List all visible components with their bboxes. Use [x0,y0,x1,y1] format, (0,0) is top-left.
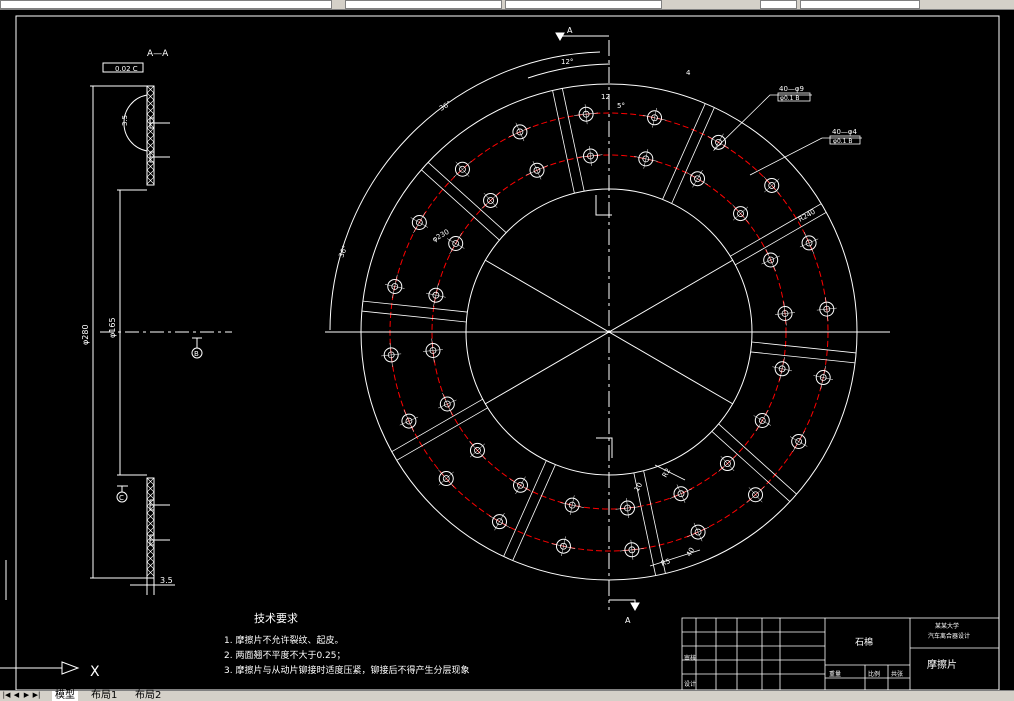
rivet-hole [753,409,772,432]
drawing-frame [15,15,1000,690]
rivet-hole [410,211,429,234]
label-check: 审核 [684,654,696,662]
toolbar-field[interactable] [0,0,332,9]
rivet-hole [551,536,576,557]
rivet-hole [686,169,709,188]
rivet-hole [615,498,640,519]
angle-12: 12° [561,58,573,66]
section-mark-top: A [567,26,573,35]
rivet-hole [453,161,472,178]
rivet-hole [422,338,443,363]
rivet-hole [775,301,796,326]
part-name: 摩擦片 [927,658,957,671]
rivet-hole [438,469,455,488]
rivet-hole [469,441,486,460]
material: 石棉 [855,636,873,648]
main-view [325,32,890,612]
tech-item-1: 1. 摩擦片不允许裂纹、起皮。 [224,634,343,646]
section-mark-bottom: A [625,616,631,625]
rivet-hole [816,297,837,322]
rivet-hole [578,145,603,166]
rivet-hole [384,274,405,299]
company-line1: 某某大学 [935,622,959,630]
rivet-hole [488,512,511,531]
rivet-hole [718,455,737,472]
dim-arc-outer [329,51,601,331]
rivet-hole [399,410,419,433]
rivet-hole [669,484,693,503]
tech-requirements: 技术要求 1. 摩擦片不允许裂纹、起皮。 2. 两面翘不平度不大于0.25； 3… [224,612,469,676]
section-view: A—A 0.02 C 3.5 φ280 φ165 3.5 B C [81,49,232,595]
layout-tab-bar: |◀ ◀ ▶ ▶| 模型 布局1 布局2 [0,690,1014,701]
radial-slot [391,398,488,461]
company-line2: 汽车离合器设计 [928,632,970,640]
rivet-hole [509,476,532,495]
rivet-hole [426,283,446,307]
last-tab-icon[interactable]: ▶| [32,691,41,700]
dim-overall: φ280 [81,324,90,345]
ucs-x-label: X [90,664,100,680]
rivet-hole [642,107,667,128]
dim-r240: R240 [797,208,817,224]
rivet-hole [481,192,500,209]
dim-r-left: φ230 [431,228,451,244]
tech-item-2: 2. 两面翘不平度不大于0.25； [224,649,346,661]
label-scale: 比例 [868,670,880,678]
rivet-hole [789,430,808,453]
angle-5: 5° [617,102,625,110]
dim-arc-12 [527,63,611,79]
radial-slot [552,88,585,194]
radial-slot [750,341,857,364]
hole-callout-1: 40—φ9 [779,85,804,93]
ucs-icon: X [0,560,100,680]
rivet-hole [813,365,834,390]
angle-36-b: 36° [337,244,349,259]
dim-12-top: 12 [601,93,610,101]
rivet-hole [525,161,549,180]
hole-callout-2: 40—φ4 [832,128,858,136]
toolbar-field[interactable] [345,0,502,9]
prev-tab-icon[interactable]: ◀ [12,691,21,700]
rivet-hole [574,104,599,125]
rivet-hole [634,149,658,169]
dim-10: 10 [633,481,644,493]
rivet-hole [746,486,765,503]
radial-slot [662,103,715,204]
datum-b: B [194,350,199,358]
toolbar-field[interactable] [505,0,662,9]
dim-inner: φ165 [108,317,117,338]
next-tab-icon[interactable]: ▶ [22,691,31,700]
toolbar-field[interactable] [760,0,797,9]
rivet-hole [707,133,730,152]
dim-thickness: 3.5 [160,576,173,585]
rivet-hole [732,204,749,223]
rivet-hole [381,342,402,367]
label-weight: 重量 [829,670,841,678]
toolbar-field[interactable] [800,0,920,9]
rivet-hole [761,248,780,272]
rivet-hole [508,122,531,142]
datum-c: C [119,494,124,502]
rivet-hole [446,232,465,255]
radial-slot [503,460,556,561]
label-sheet: 共张 [891,670,903,678]
rivet-hole [799,231,819,254]
drawing-canvas[interactable]: A—A 0.02 C 3.5 φ280 φ165 3.5 B C A A 12°… [0,9,1014,690]
tech-item-3: 3. 摩擦片与从动片铆接时适度压紧，铆接后不得产生分层现象 [224,664,469,676]
dim-4: 4 [686,69,691,77]
rivet-hole [560,495,584,515]
rivet-hole [772,357,792,381]
radial-slot [361,300,468,323]
first-tab-icon[interactable]: |◀ [2,691,11,700]
rivet-hole [763,176,780,195]
dim-small: 3.5 [121,115,129,126]
rivet-hole [619,539,644,560]
section-title: A—A [147,49,169,59]
label-designer: 设计 [684,680,696,688]
rivet-hole [687,522,710,542]
tech-title: 技术要求 [254,612,298,625]
rivet-hole [438,392,457,416]
flatness-callout: 0.02 C [115,65,138,73]
